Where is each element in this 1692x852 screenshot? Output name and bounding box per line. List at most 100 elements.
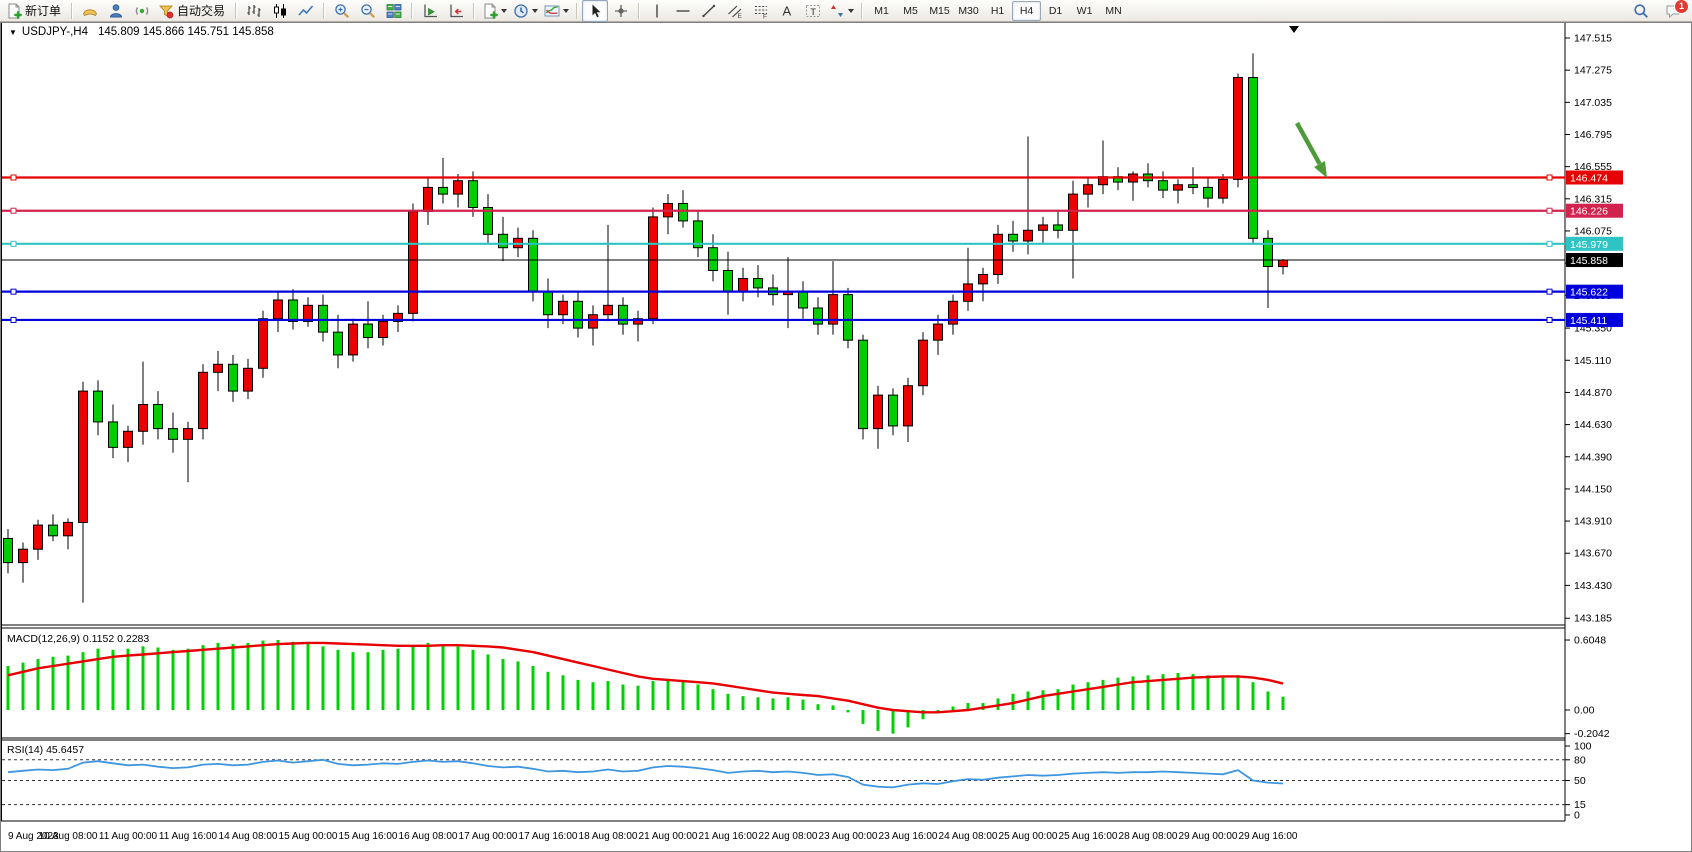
candle [649,208,658,325]
timeframe-w1-button[interactable]: W1 [1070,1,1099,21]
line-chart-type-button[interactable] [293,0,319,22]
macd-indicator-label: MACD(12,26,9) 0.1152 0.2283 [7,633,149,645]
candle [1279,259,1288,274]
timeframe-group: M1M5M15M30H1H4D1W1MN [867,1,1128,21]
time-axis-label: 17 Aug 00:00 [459,831,518,842]
vertical-line-tool-button[interactable] [644,0,670,22]
candle [499,217,508,261]
crosshair-tool-button[interactable] [608,0,634,22]
candle [1264,230,1273,308]
channel-tool-button[interactable]: E [722,0,748,22]
horizontal-line-tool-button[interactable] [670,0,696,22]
candle [229,355,238,402]
chart-title: ▼ USDJPY-,H4 145.809 145.866 145.751 145… [9,26,274,38]
arrows-tool-button[interactable] [826,0,857,22]
timeframe-m5-button[interactable]: M5 [896,1,925,21]
time-axis-label: 14 Aug 08:00 [219,831,278,842]
expert-advisor-icon [158,3,174,19]
chart-canvas[interactable]: 147.515147.275147.035146.795146.555146.3… [1,23,1691,851]
candle [1159,171,1168,198]
chart-shift-button[interactable] [443,0,469,22]
search-button[interactable] [1628,0,1654,22]
trendline-tool-button[interactable] [696,0,722,22]
price-line-badge-text: 146.226 [1570,206,1608,218]
auto-scroll-icon [422,3,438,19]
timeframe-d1-button[interactable]: D1 [1041,1,1070,21]
timeframe-m15-button[interactable]: M15 [925,1,954,21]
arrow-annotation[interactable] [1297,123,1327,178]
time-axis-label: 10 Aug 08:00 [39,831,98,842]
candle [1054,212,1063,239]
price-tick-label: 145.110 [1574,355,1611,367]
new-order-button[interactable]: 新订单 [3,0,67,22]
chart-menu-caret-icon[interactable]: ▼ [9,28,17,37]
periods-button[interactable] [510,0,541,22]
new-order-label: 新订单 [25,2,61,19]
price-tick-label: 143.670 [1574,548,1612,560]
timeframe-m1-button[interactable]: M1 [867,1,896,21]
price-line-badge-text: 145.979 [1570,239,1608,251]
price-line-badge-text: 145.622 [1570,287,1608,299]
current-price-badge-text: 145.858 [1570,255,1608,267]
candle [439,158,448,204]
time-axis-label: 23 Aug 00:00 [819,831,878,842]
separator [576,3,578,19]
fibonacci-tool-button[interactable]: F [748,0,774,22]
timeframe-h4-button[interactable]: H4 [1012,1,1041,21]
candle [64,518,73,549]
time-axis-label: 21 Aug 00:00 [639,831,698,842]
text-label-tool-button[interactable]: T [800,0,826,22]
candle [454,174,463,208]
new-order-icon [6,3,22,19]
horizontal-line-object[interactable] [2,175,1565,180]
chat-button[interactable]: 1 [1660,0,1686,22]
auto-trading-button[interactable]: 自动交易 [155,0,231,22]
vertical-line-icon [649,3,665,19]
horizontal-line-object[interactable] [2,208,1565,213]
bar-chart-type-button[interactable] [241,0,267,22]
clock-icon [513,3,529,19]
candle [409,203,418,321]
timeframe-mn-button[interactable]: MN [1099,1,1128,21]
price-tick-label: 146.315 [1574,193,1612,205]
templates-button[interactable] [479,0,510,22]
candle [919,332,928,395]
horizontal-line-object[interactable] [2,317,1565,322]
candle [334,315,343,369]
candle [1234,74,1243,188]
time-axis-label: 22 Aug 08:00 [759,831,818,842]
timeframe-m30-button[interactable]: M30 [954,1,983,21]
zoom-in-button[interactable] [329,0,355,22]
chart-shift-marker-icon[interactable] [1289,26,1299,33]
chart-window[interactable]: ▼ USDJPY-,H4 145.809 145.866 145.751 145… [0,22,1692,852]
time-axis-label: 17 Aug 16:00 [519,831,578,842]
time-axis-label: 29 Aug 16:00 [1239,831,1298,842]
candlestick-chart-type-button[interactable] [267,0,293,22]
template-file-icon [482,3,498,19]
mql-community-button[interactable] [77,0,103,22]
horizontal-line-object[interactable] [2,241,1565,246]
zoom-out-button[interactable] [355,0,381,22]
timeframe-h1-button[interactable]: H1 [983,1,1012,21]
candle [1069,181,1078,279]
time-axis-label: 18 Aug 08:00 [579,831,638,842]
price-line-badge-text: 146.474 [1570,172,1608,184]
candle [1144,163,1153,187]
text-tool-button[interactable]: A [774,0,800,22]
trade-account-button[interactable] [103,0,129,22]
hat-icon [82,3,98,19]
time-axis-label: 25 Aug 16:00 [1059,831,1118,842]
time-axis-label: 11 Aug 00:00 [99,831,158,842]
signals-button[interactable] [129,0,155,22]
separator [71,3,73,19]
candle [49,514,58,541]
candle [364,301,373,348]
auto-scroll-button[interactable] [417,0,443,22]
rsi-tick-label: 100 [1574,741,1592,753]
indicators-button[interactable] [541,0,572,22]
cursor-tool-button[interactable] [582,0,608,22]
macd-tick-label: 0.6048 [1574,635,1606,647]
candle [634,311,643,342]
time-axis-label: 15 Aug 16:00 [339,831,398,842]
tile-windows-button[interactable] [381,0,407,22]
